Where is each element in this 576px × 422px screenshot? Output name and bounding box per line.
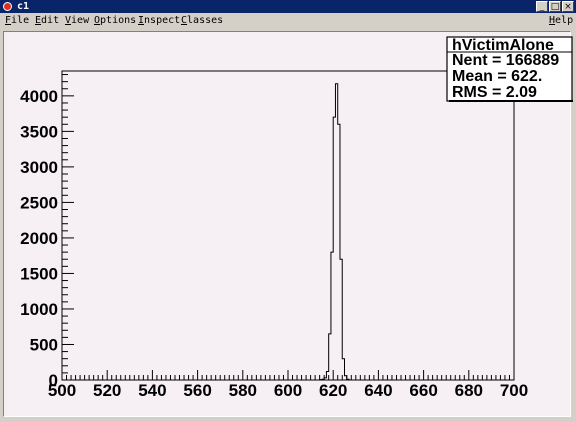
x-tick-label: 680 [455,381,483,400]
y-tick-label: 2000 [20,229,58,248]
x-tick-label: 520 [93,381,121,400]
histogram-chart: 500 520 540 560 580 600 620 640 660 680 7000500100… [20,36,573,400]
x-tick-label: 700 [500,381,528,400]
y-tick-label: 2500 [20,193,58,212]
stats-mean: Mean = 622. [452,68,542,85]
y-tick-label: 4000 [20,87,58,106]
x-tick-label: 560 [183,381,211,400]
y-tick-label: 1500 [20,264,58,283]
x-tick-label: 600 [274,381,302,400]
axes: 500 520 540 560 580 600 620 640 660 680 7000500100… [20,74,528,400]
y-tick-label: 500 [30,335,58,354]
stats-entries: Nent = 166889 [452,52,559,69]
x-tick-label: 620 [319,381,347,400]
histogram-step-line [62,83,514,381]
x-tick-label: 660 [409,381,437,400]
stats-rms: RMS = 2.09 [452,84,537,101]
y-tick-label: 0 [49,371,58,390]
x-tick-label: 640 [364,381,392,400]
stats-box: hVictimAlone Nent = 166889 Mean = 622. R… [446,36,573,102]
x-tick-label: 580 [229,381,257,400]
y-tick-label: 1000 [20,300,58,319]
x-tick-label: 540 [138,381,166,400]
plot-frame [61,70,515,381]
y-tick-label: 3500 [20,122,58,141]
y-tick-label: 3000 [20,158,58,177]
